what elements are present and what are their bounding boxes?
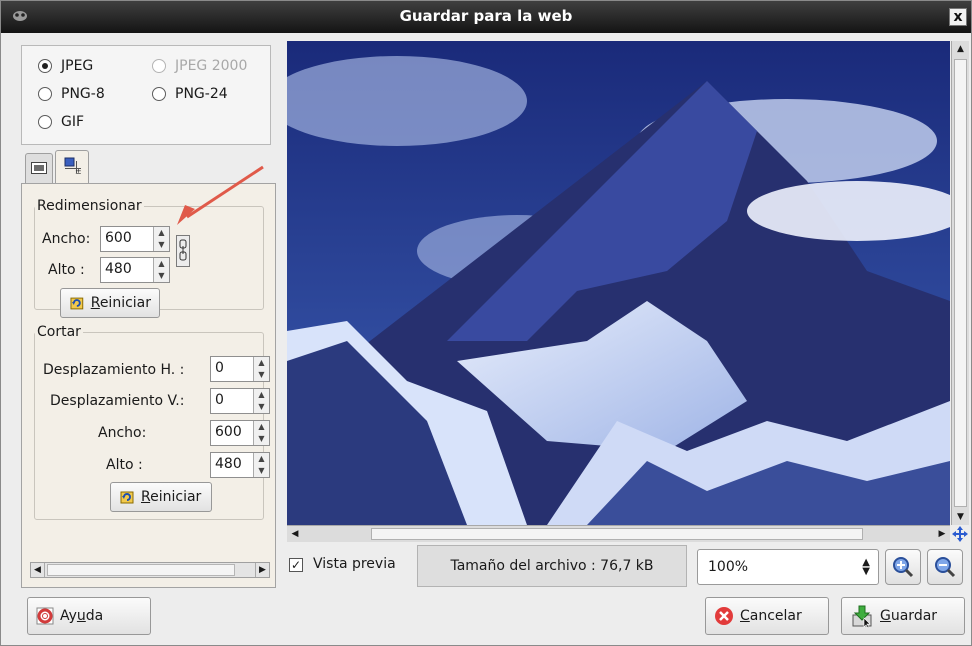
spinner-arrows[interactable]: ▲ ▼ (153, 227, 169, 251)
select-arrows-icon: ▲ ▼ (862, 557, 870, 577)
crop-height-spinner[interactable]: 480 ▲ ▼ (210, 452, 270, 478)
spinner-arrows[interactable]: ▲ ▼ (153, 258, 169, 282)
zoom-out-button[interactable] (927, 549, 963, 585)
reset-label: Reiniciar (141, 489, 202, 505)
crop-reset-button[interactable]: Reiniciar (110, 482, 212, 512)
spinner-value: 480 (105, 261, 132, 277)
scroll-left-icon[interactable]: ◀ (287, 526, 303, 542)
svg-text:±: ± (75, 167, 82, 175)
scroll-right-icon[interactable]: ▶ (255, 563, 269, 577)
crop-width-label: Ancho: (98, 425, 147, 441)
spinner-arrows[interactable]: ▲ ▼ (253, 421, 269, 445)
save-icon (852, 605, 872, 628)
scroll-thumb[interactable] (954, 59, 967, 507)
cancel-icon (715, 607, 733, 625)
radio-png24[interactable]: PNG-24 (152, 86, 228, 102)
mountain-image (287, 41, 950, 525)
resize-tab-icon: ± (64, 157, 82, 175)
zoom-in-icon (893, 557, 914, 578)
crop-offset-h-spinner[interactable]: 0 ▲ ▼ (210, 356, 270, 382)
scroll-down-icon[interactable]: ▼ (953, 509, 968, 525)
radio-label: JPEG (61, 58, 94, 74)
radio-indicator (38, 59, 52, 73)
scroll-right-icon[interactable]: ▶ (934, 526, 950, 542)
file-size-display: Tamaño del archivo : 76,7 kB (417, 545, 687, 587)
resize-height-spinner[interactable]: 480 ▲ ▼ (100, 257, 170, 283)
crop-offset-v-spinner[interactable]: 0 ▲ ▼ (210, 388, 270, 414)
help-button[interactable]: Ayuda (27, 597, 151, 635)
spinner-value: 0 (215, 392, 224, 408)
move-icon[interactable] (952, 526, 968, 542)
resize-width-spinner[interactable]: 600 ▲ ▼ (100, 226, 170, 252)
crop-height-label: Alto : (106, 457, 143, 473)
crop-width-spinner[interactable]: 600 ▲ ▼ (210, 420, 270, 446)
spinner-arrows[interactable]: ▲ ▼ (253, 389, 269, 413)
radio-jpeg2000: JPEG 2000 (152, 58, 247, 74)
scroll-thumb[interactable] (47, 564, 235, 576)
spinner-value: 600 (215, 424, 242, 440)
preview-checkbox[interactable]: ✓ (289, 558, 303, 572)
title-bar: Guardar para la web x (1, 1, 971, 33)
resize-width-label: Ancho: (42, 231, 91, 247)
window-title: Guardar para la web (399, 7, 573, 25)
radio-gif[interactable]: GIF (38, 114, 84, 130)
save-for-web-dialog: Guardar para la web x JPEG JPEG 2000 PNG… (0, 0, 972, 646)
radio-jpeg[interactable]: JPEG (38, 58, 93, 74)
spinner-arrows[interactable]: ▲ ▼ (253, 453, 269, 477)
radio-label: JPEG 2000 (175, 58, 248, 74)
zoom-in-button[interactable] (885, 549, 921, 585)
reset-label: Reiniciar (90, 295, 151, 311)
resize-height-label: Alto : (48, 262, 85, 278)
preview-label: Vista previa (313, 556, 396, 572)
annotation-arrow-icon (177, 165, 264, 225)
settings-panel: Redimensionar Ancho: 600 ▲ ▼ Alto : 480 ▲… (21, 183, 276, 588)
crop-offset-v-label: Desplazamiento V.: (50, 393, 185, 409)
radio-label: GIF (61, 114, 85, 130)
file-size-text: Tamaño del archivo : 76,7 kB (450, 558, 654, 574)
help-icon (36, 607, 54, 625)
help-label: Ayuda (60, 608, 104, 624)
image-preview[interactable] (287, 41, 950, 525)
spinner-value: 0 (215, 360, 224, 376)
radio-indicator (38, 115, 52, 129)
reset-icon (70, 297, 84, 310)
radio-indicator (38, 87, 52, 101)
radio-indicator (152, 59, 166, 73)
spinner-arrows[interactable]: ▲ ▼ (253, 357, 269, 381)
image-tab-icon (31, 162, 47, 174)
radio-label: PNG-8 (61, 86, 105, 102)
radio-png8[interactable]: PNG-8 (38, 86, 105, 102)
cancel-label: Cancelar (740, 608, 802, 624)
save-button[interactable]: Guardar (841, 597, 965, 635)
radio-label: PNG-24 (175, 86, 228, 102)
scroll-up-icon[interactable]: ▲ (953, 41, 968, 57)
scroll-thumb[interactable] (371, 528, 863, 540)
close-icon[interactable]: x (949, 8, 967, 26)
crop-offset-h-label: Desplazamiento H. : (43, 362, 185, 378)
scroll-left-icon[interactable]: ◀ (31, 563, 45, 577)
zoom-select[interactable]: 100% ▲ ▼ (697, 549, 879, 585)
chain-link-icon[interactable] (176, 235, 190, 267)
resize-reset-button[interactable]: Reiniciar (60, 288, 160, 318)
panel-horizontal-scrollbar[interactable]: ◀ ▶ (30, 562, 270, 578)
preview-vertical-scrollbar[interactable]: ▲ ▼ (951, 41, 969, 525)
cancel-button[interactable]: Cancelar (705, 597, 829, 635)
radio-indicator (152, 87, 166, 101)
spinner-value: 480 (215, 456, 242, 472)
zoom-value: 100% (708, 559, 749, 575)
crop-legend: Cortar (37, 324, 81, 340)
format-selector: JPEG JPEG 2000 PNG-8 PNG-24 GIF (21, 45, 271, 145)
resize-legend: Redimensionar (37, 198, 142, 214)
preview-horizontal-scrollbar[interactable]: ◀ ▶ (287, 525, 950, 542)
tab-image[interactable] (25, 153, 53, 183)
reset-icon (120, 491, 134, 504)
zoom-out-icon (935, 557, 956, 578)
spinner-value: 600 (105, 230, 132, 246)
tab-resize[interactable]: ± (55, 150, 89, 183)
save-label: Guardar (880, 608, 938, 624)
